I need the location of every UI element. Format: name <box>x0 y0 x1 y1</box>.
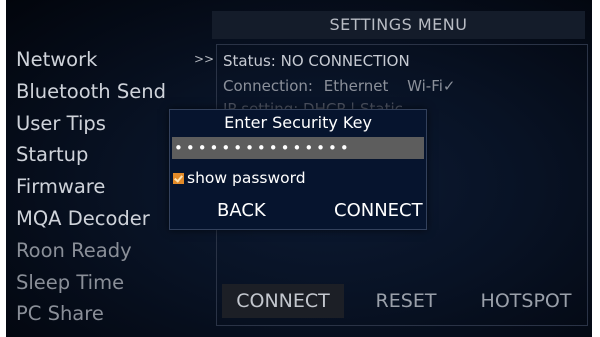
dialog-connect-button[interactable]: CONNECT <box>334 200 423 221</box>
sidebar-item-sleep-time[interactable]: Sleep Time <box>16 267 206 299</box>
check-icon: ✓ <box>442 77 456 95</box>
back-button[interactable]: BACK <box>217 200 266 221</box>
connect-button[interactable]: CONNECT <box>222 284 344 318</box>
sidebar-item-roon-ready[interactable]: Roon Ready <box>16 235 206 267</box>
page-title: SETTINGS MENU <box>212 11 585 39</box>
sidebar-item-bluetooth-send[interactable]: Bluetooth Send <box>16 76 206 108</box>
security-key-dialog: Enter Security Key ••••••••••••••• show … <box>169 109 427 230</box>
connection-type-label: Connection: <box>223 77 313 95</box>
sidebar-item-label: Roon Ready <box>16 238 132 262</box>
selected-arrow-icon: >> <box>194 52 215 66</box>
show-password-label: show password <box>187 169 306 187</box>
sidebar-item-pc-share[interactable]: PC Share <box>16 298 206 330</box>
dialog-title: Enter Security Key <box>224 113 372 132</box>
sidebar-item-label: MQA Decoder <box>16 206 150 230</box>
network-action-bar: CONNECT RESET HOTSPOT <box>222 284 584 318</box>
wifi-option[interactable]: Wi-Fi <box>407 77 443 95</box>
sidebar-item-label: Sleep Time <box>16 270 125 294</box>
connection-type-row: Connection: Ethernet Wi-Fi✓ <box>223 77 456 95</box>
security-key-field[interactable]: ••••••••••••••• <box>172 137 424 159</box>
sidebar-item-network[interactable]: Network >> <box>16 44 214 76</box>
checkbox-icon[interactable] <box>173 172 184 184</box>
sidebar-item-label: Startup <box>16 143 89 167</box>
sidebar-item-label: Firmware <box>16 175 106 199</box>
hotspot-button[interactable]: HOTSPOT <box>467 284 585 318</box>
sidebar-item-label: PC Share <box>16 302 104 326</box>
ethernet-option[interactable]: Ethernet <box>324 77 389 95</box>
device-screen: SETTINGS MENU Network >> Bluetooth Send … <box>6 0 592 337</box>
show-password-toggle[interactable]: show password <box>173 169 306 187</box>
connection-status: Status: NO CONNECTION <box>223 52 410 70</box>
sidebar-item-label: User Tips <box>16 111 106 135</box>
sidebar-item-label: Bluetooth Send <box>16 79 166 103</box>
sidebar-item-label: Network <box>16 48 98 71</box>
reset-button[interactable]: RESET <box>356 284 456 318</box>
